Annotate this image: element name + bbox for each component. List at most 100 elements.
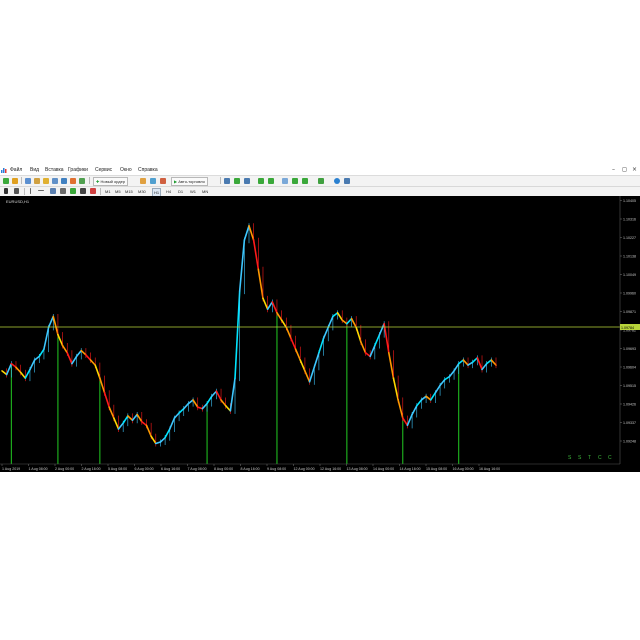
profiles-icon[interactable]	[12, 178, 18, 184]
periods-icon[interactable]	[334, 178, 340, 184]
price-axis-label: 1.10049	[623, 273, 636, 277]
price-axis-label: 1.09248	[623, 440, 636, 444]
tf-m15-button[interactable]: M15	[125, 188, 133, 195]
time-axis-label: 1 Aug 2019	[2, 467, 20, 471]
price-axis-label: 1.09515	[623, 384, 636, 388]
terminal-window: Файл Вид Вставка Графики Сервис Окно Спр…	[0, 166, 640, 472]
time-axis-label: 16 Aug 16:00	[479, 467, 500, 471]
market-icon[interactable]	[150, 178, 156, 184]
time-axis-label: 8 Aug 00:00	[214, 467, 233, 471]
time-axis-label: 6 Aug 16:00	[161, 467, 180, 471]
metaeditor-icon[interactable]	[70, 178, 76, 184]
menu-help[interactable]: Справка	[138, 167, 158, 173]
chart-window[interactable]: EURUSD,H1 1.10405 1.10316 1.10227 1.10138 1.…	[0, 196, 640, 472]
autotrading-label: Авто-торговля	[178, 179, 205, 184]
menu-insert[interactable]: Вставка	[45, 167, 64, 173]
channel-icon[interactable]	[60, 188, 66, 194]
zoom-out-icon[interactable]	[268, 178, 274, 184]
price-chart[interactable]: EURUSD,H1 1.10405 1.10316 1.10227 1.10138 1.…	[0, 196, 640, 472]
time-axis-label: 8 Aug 16:00	[241, 467, 260, 471]
app-logo-icon	[1, 168, 7, 173]
new-order-label: Новый ордер	[100, 179, 126, 184]
tf-m1-button[interactable]: M1	[105, 188, 111, 195]
candlestick-icon[interactable]	[234, 178, 240, 184]
time-axis-label: 13 Aug 08:00	[347, 467, 368, 471]
history-icon[interactable]	[79, 178, 85, 184]
templates-icon[interactable]	[344, 178, 350, 184]
restore-button[interactable]: ◻	[622, 167, 627, 173]
menu-bar: Файл Вид Вставка Графики Сервис Окно Спр…	[0, 166, 640, 176]
tf-w1-button[interactable]: W1	[190, 188, 196, 195]
price-axis-label: 1.09693	[623, 347, 636, 351]
tile-windows-icon[interactable]	[282, 178, 288, 184]
cursor-icon[interactable]	[4, 188, 8, 194]
terminal-icon[interactable]	[52, 178, 58, 184]
crosshair-icon[interactable]	[14, 188, 19, 194]
vps-icon[interactable]	[160, 178, 166, 184]
price-axis-label: 1.10227	[623, 236, 636, 240]
status-symbol: C	[608, 455, 612, 461]
price-axis-label: 1.10405	[623, 199, 636, 203]
autotrading-button[interactable]: ▶ Авто-торговля	[171, 177, 208, 186]
separator	[21, 177, 22, 184]
tf-mn-button[interactable]: MN	[202, 188, 208, 195]
tf-m30-button[interactable]: M30	[138, 188, 146, 195]
fibonacci-icon[interactable]	[70, 188, 76, 194]
time-axis-label: 2 Aug 00:00	[55, 467, 74, 471]
new-chart-icon[interactable]	[3, 178, 9, 184]
price-axis-label: 1.10316	[623, 218, 636, 222]
time-axis-label: 12 Aug 00:00	[294, 467, 315, 471]
time-axis-label: 14 Aug 16:00	[400, 467, 421, 471]
new-order-button[interactable]: ✚ Новый ордер	[93, 177, 129, 186]
price-axis-label: 1.09871	[623, 310, 636, 314]
close-button[interactable]: ×	[632, 167, 637, 173]
time-axis-label: 6 Aug 00:00	[135, 467, 154, 471]
minimize-button[interactable]: –	[612, 167, 615, 173]
trendline-icon[interactable]	[50, 188, 56, 194]
indicators-icon[interactable]	[318, 178, 324, 184]
market-watch-icon[interactable]	[25, 178, 31, 184]
chart-shift-icon[interactable]	[302, 178, 308, 184]
tf-m5-button[interactable]: M5	[115, 188, 121, 195]
separator	[100, 188, 101, 195]
menu-view[interactable]: Вид	[30, 167, 39, 173]
zoom-in-icon[interactable]	[258, 178, 264, 184]
time-axis-label: 9 Aug 08:00	[267, 467, 286, 471]
price-axis-label: 1.09960	[623, 292, 636, 296]
price-axis-label: 1.09426	[623, 403, 636, 407]
chart-background	[0, 196, 640, 472]
signals-icon[interactable]	[140, 178, 146, 184]
autotrading-icon: ▶	[174, 179, 178, 184]
time-axis-label: 16 Aug 00:00	[453, 467, 474, 471]
vertical-line-icon[interactable]	[30, 188, 31, 194]
text-icon[interactable]	[80, 188, 86, 194]
autoscroll-icon[interactable]	[292, 178, 298, 184]
time-axis-label: 1 Aug 08:00	[29, 467, 48, 471]
menu-window[interactable]: Окно	[120, 167, 132, 173]
navigator-icon[interactable]	[43, 178, 49, 184]
data-window-icon[interactable]	[34, 178, 40, 184]
time-axis-label: 2 Aug 16:00	[82, 467, 101, 471]
new-order-icon: ✚	[96, 179, 100, 184]
menu-tools[interactable]: Сервис	[95, 167, 112, 173]
standard-toolbar: ✚ Новый ордер ▶ Авто-торговля	[0, 176, 640, 187]
price-axis-label: 1.09337	[623, 421, 636, 425]
price-axis-label: 1.09604	[623, 366, 636, 370]
price-axis-label: 1.10138	[623, 255, 636, 259]
chart-symbol-label: EURUSD,H1	[6, 199, 30, 204]
status-symbol: T	[588, 455, 591, 461]
menu-file[interactable]: Файл	[10, 167, 22, 173]
time-axis-label: 14 Aug 00:00	[373, 467, 394, 471]
tf-d1-button[interactable]: D1	[178, 188, 183, 195]
separator	[24, 188, 25, 195]
bar-chart-icon[interactable]	[224, 178, 230, 184]
time-axis-label: 12 Aug 16:00	[320, 467, 341, 471]
status-symbol: C	[598, 455, 602, 461]
separator	[89, 177, 90, 184]
strategy-tester-icon[interactable]	[61, 178, 67, 184]
arrows-icon[interactable]	[90, 188, 96, 194]
menu-charts[interactable]: Графики	[68, 167, 88, 173]
horizontal-line-icon[interactable]	[38, 190, 44, 191]
tf-h4-button[interactable]: H4	[166, 188, 171, 195]
line-chart-icon[interactable]	[244, 178, 250, 184]
